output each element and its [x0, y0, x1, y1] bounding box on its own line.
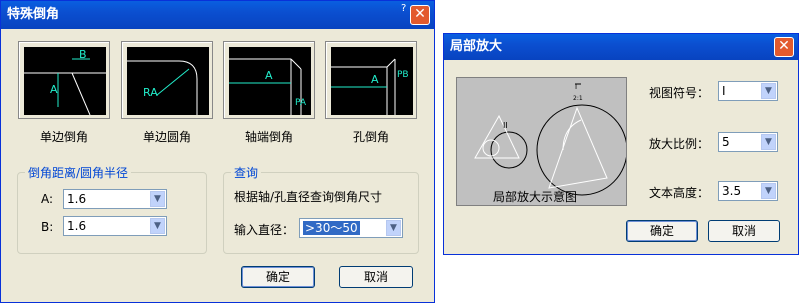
- a-combo[interactable]: 1.6 ▼: [63, 189, 167, 209]
- a-label: A:: [41, 192, 54, 206]
- zoom-preview: I 2:1 II 局部放大示意图: [456, 77, 627, 206]
- single-chamfer-icon: B A: [24, 47, 106, 115]
- chevron-down-icon[interactable]: ▼: [150, 218, 165, 234]
- zoom-close-button[interactable]: ✕: [774, 37, 794, 57]
- b-value: 1.6: [67, 219, 87, 233]
- shaft-end-chamfer-tile[interactable]: A PA: [223, 41, 315, 119]
- hole-pb-label: PB: [397, 70, 409, 80]
- distance-group-legend: 倒角距离/圆角半径: [25, 164, 132, 181]
- view-symbol-combo[interactable]: I ▼: [718, 81, 778, 101]
- zoom-dialog-titlebar[interactable]: 局部放大: [444, 34, 798, 60]
- query-group: [223, 172, 419, 254]
- single-chamfer-tile[interactable]: B A: [18, 41, 110, 119]
- single-fillet-caption: 单边圆角: [142, 130, 191, 144]
- zoom-preview-marker-top: I: [575, 83, 577, 91]
- chevron-down-icon[interactable]: ▼: [761, 134, 776, 150]
- chamfer-dialog: 特殊倒角 ? ✕ B A 单边倒角 RA 单边圆角 A PA 轴端倒角 A PB…: [0, 0, 435, 303]
- single-fillet-tile[interactable]: RA: [121, 41, 213, 119]
- zoom-preview-drawing: I 2:1 II: [474, 83, 626, 196]
- b-combo[interactable]: 1.6 ▼: [63, 216, 167, 236]
- chevron-down-icon[interactable]: ▼: [761, 83, 776, 99]
- single-chamfer-caption: 单边倒角: [39, 130, 88, 144]
- zoom-ok-button[interactable]: 确定: [626, 220, 698, 242]
- chamfer-dialog-title: 特殊倒角: [7, 7, 60, 22]
- text-height-combo[interactable]: 3.5 ▼: [718, 181, 778, 201]
- text-height-value: 3.5: [722, 184, 742, 198]
- shaft-end-a-label: A: [265, 69, 273, 82]
- hole-chamfer-icon: A PB: [331, 47, 413, 115]
- chevron-down-icon[interactable]: ▼: [386, 220, 401, 236]
- single-fillet-icon: RA: [127, 47, 209, 115]
- single-fillet-ra-label: RA: [143, 86, 158, 99]
- shaft-end-pa-label: PA: [295, 98, 307, 108]
- view-symbol-value: I: [722, 84, 726, 98]
- hole-a-label: A: [371, 73, 379, 86]
- diameter-value: >30～50: [303, 221, 360, 235]
- chamfer-cancel-button[interactable]: 取消: [339, 266, 413, 288]
- a-value: 1.6: [67, 192, 87, 206]
- query-description: 根据轴/孔直径查询倒角尺寸: [234, 190, 383, 204]
- hole-chamfer-caption: 孔倒角: [352, 130, 389, 144]
- single-chamfer-a-label: A: [50, 83, 58, 96]
- text-height-label: 文本高度：: [649, 186, 710, 200]
- view-symbol-label: 视图符号：: [649, 86, 710, 100]
- diameter-label: 输入直径：: [234, 223, 295, 237]
- distance-group: [17, 172, 207, 254]
- chevron-down-icon[interactable]: ▼: [150, 191, 165, 207]
- chamfer-close-button[interactable]: ✕: [410, 5, 430, 25]
- scale-combo[interactable]: 5 ▼: [718, 132, 778, 152]
- zoom-preview-caption: 局部放大示意图: [493, 190, 578, 204]
- diameter-combo[interactable]: >30～50 ▼: [299, 218, 403, 238]
- hole-chamfer-tile[interactable]: A PB: [325, 41, 417, 119]
- shaft-end-chamfer-icon: A PA: [229, 47, 311, 115]
- chamfer-dialog-titlebar[interactable]: 特殊倒角: [1, 1, 434, 29]
- single-chamfer-b-label: B: [79, 48, 87, 61]
- chevron-down-icon[interactable]: ▼: [761, 183, 776, 199]
- query-group-legend: 查询: [231, 164, 262, 181]
- scale-value: 5: [722, 135, 730, 149]
- zoom-preview-marker-small: II: [503, 121, 508, 130]
- zoom-dialog: 局部放大 ✕ I 2:1 II 局部放大示意图 视图符号： I ▼ 放大比例： …: [443, 33, 799, 255]
- zoom-dialog-title: 局部放大: [450, 39, 503, 54]
- b-label: B:: [41, 220, 54, 234]
- zoom-preview-marker-bottom: 2:1: [573, 95, 583, 102]
- zoom-cancel-button[interactable]: 取消: [708, 220, 780, 242]
- chamfer-ok-button[interactable]: 确定: [241, 266, 315, 288]
- scale-label: 放大比例：: [649, 137, 710, 151]
- shaft-end-chamfer-caption: 轴端倒角: [244, 130, 293, 144]
- help-icon[interactable]: ?: [401, 3, 406, 14]
